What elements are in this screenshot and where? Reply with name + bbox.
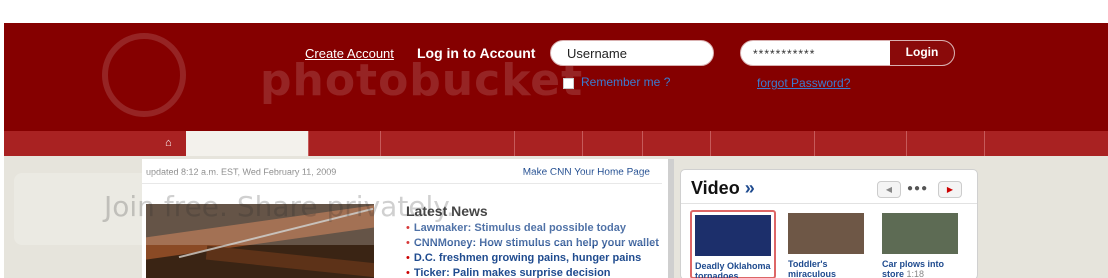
username-input[interactable]: Username <box>550 40 714 66</box>
video-thumb[interactable]: Car plows into store 1:18 <box>879 210 965 278</box>
home-icon: ⌂ <box>165 137 172 149</box>
video-thumb[interactable]: Toddler's miraculous <box>785 210 871 278</box>
video-caption-line: tornadoes <box>695 271 739 278</box>
watermark-slogan: Join free. Share privately. <box>104 190 455 223</box>
video-caption-line: store <box>882 269 905 278</box>
photobucket-logo-icon <box>102 33 186 117</box>
video-duration: 1:18 <box>906 269 925 278</box>
forgot-password-link[interactable]: forgot Password? <box>757 76 850 90</box>
news-link[interactable]: D.C. freshmen growing pains, hunger pain… <box>414 252 641 264</box>
news-link[interactable]: Ticker: Palin makes surprise decision <box>414 267 611 278</box>
nav-active-tab[interactable] <box>186 131 308 156</box>
nav-home-tab[interactable]: ⌂ <box>156 131 186 156</box>
nav-tab[interactable] <box>308 131 381 156</box>
video-title: Video <box>691 178 740 198</box>
nav-tab[interactable] <box>906 131 985 156</box>
remember-me-checkbox[interactable] <box>563 78 574 89</box>
video-caption-line: Car plows into <box>882 259 945 269</box>
video-caption-line: miraculous <box>788 269 837 278</box>
video-heading[interactable]: Video » <box>691 178 755 199</box>
watermark-text: photobucket <box>260 55 584 106</box>
bullet-icon: • <box>406 252 410 264</box>
nav-tab[interactable] <box>984 131 1108 156</box>
password-value: *********** <box>753 47 816 61</box>
video-caption-line: Deadly Oklahoma <box>695 261 771 271</box>
raquo-icon: » <box>744 178 755 198</box>
news-item[interactable]: • Ticker: Palin makes surprise decision <box>406 266 659 278</box>
video-caption: Deadly Oklahoma tornadoes <box>695 261 771 278</box>
news-item[interactable]: • D.C. freshmen growing pains, hunger pai… <box>406 251 659 266</box>
login-button[interactable]: Login <box>889 41 954 65</box>
nav-tab[interactable] <box>642 131 711 156</box>
prev-arrow-icon[interactable]: ◀ <box>877 181 901 198</box>
nav-tab[interactable] <box>514 131 583 156</box>
video-caption: Toddler's miraculous <box>788 259 836 278</box>
nav-tab[interactable] <box>814 131 907 156</box>
video-panel: Video » ◀ ●●● ▶ Deadly Oklahoma tornadoe… <box>680 169 978 278</box>
video-thumb-image <box>882 213 958 254</box>
scrollbar[interactable] <box>668 159 674 278</box>
nav-tab[interactable] <box>582 131 643 156</box>
create-account-link[interactable]: Create Account <box>305 46 394 61</box>
carousel-dots: ●●● <box>907 183 929 194</box>
page-frame: photobucket Create Account Log in to Acc… <box>4 23 1108 278</box>
remember-me-label[interactable]: Remember me ? <box>581 75 670 89</box>
video-thumb[interactable]: Deadly Oklahoma tornadoes <box>690 210 776 278</box>
video-caption-line: Toddler's <box>788 259 828 269</box>
next-arrow-icon[interactable]: ▶ <box>938 181 962 198</box>
nav-bar: ⌂ <box>4 131 1108 156</box>
login-label: Log in to Account <box>417 45 536 61</box>
video-thumb-image <box>788 213 864 254</box>
header: photobucket Create Account Log in to Acc… <box>4 23 1108 131</box>
video-caption: Car plows into store 1:18 <box>882 259 944 278</box>
nav-tab[interactable] <box>710 131 815 156</box>
password-input[interactable]: *********** Login <box>740 40 955 66</box>
nav-tab[interactable] <box>380 131 515 156</box>
video-thumb-image <box>695 215 771 256</box>
photo-detail <box>205 245 374 278</box>
bullet-icon: • <box>406 267 410 278</box>
divider <box>681 203 977 204</box>
